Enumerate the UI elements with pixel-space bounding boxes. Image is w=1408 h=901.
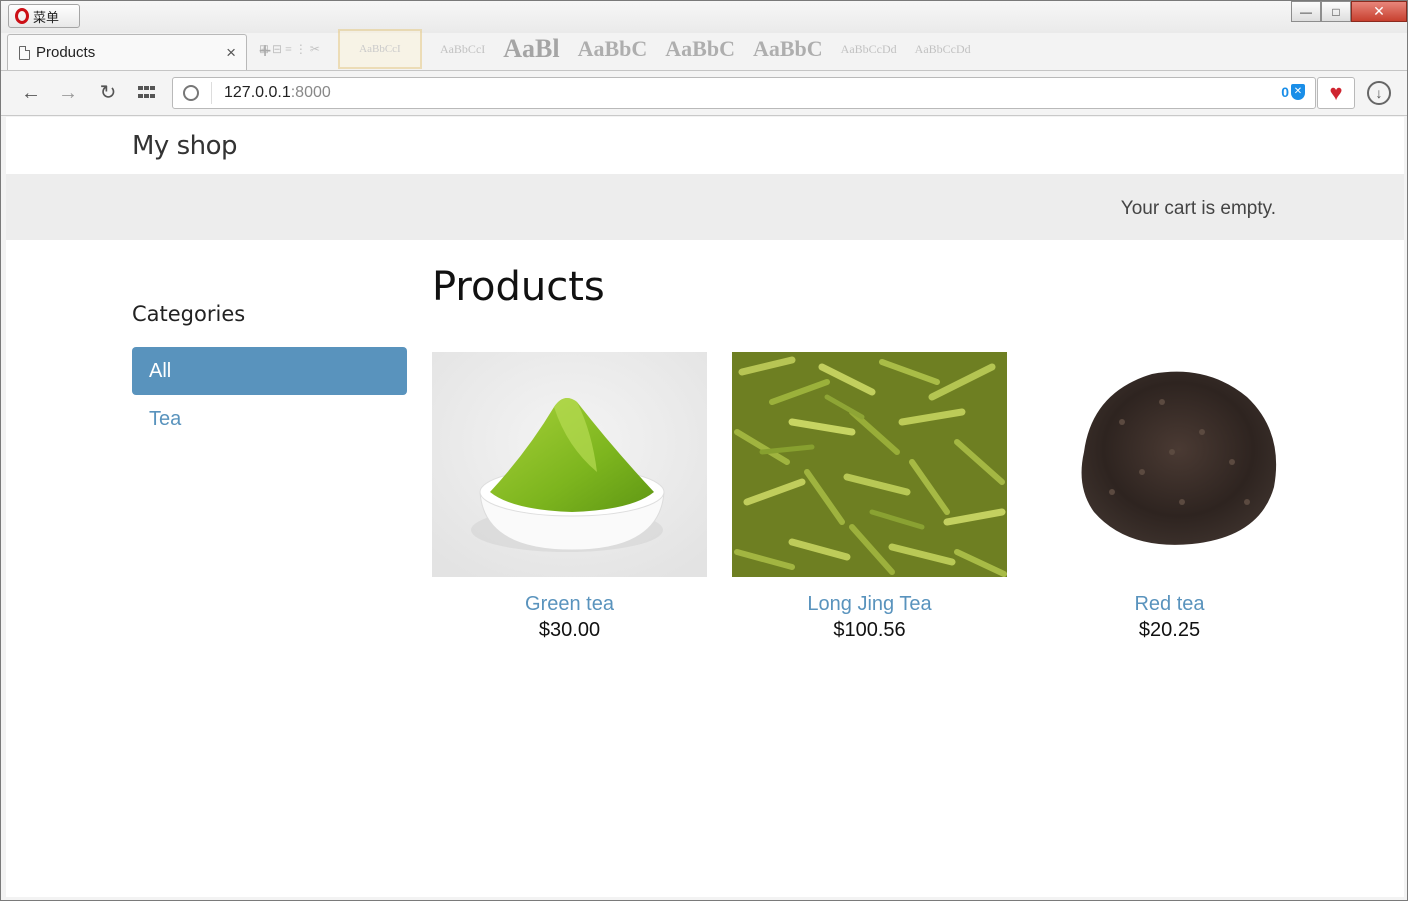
ribbon-style: AaBbC <box>752 36 823 61</box>
products-section: Products Green tea $30.00 Long Jing Tea … <box>432 264 1332 641</box>
matcha-bowl-illustration <box>432 352 707 577</box>
speed-dial-icon[interactable] <box>138 86 156 100</box>
ribbon-style: AaBbC <box>665 36 735 61</box>
site-header: My shop <box>6 117 1404 174</box>
background-word-ribbon: ⊞ ⊟ ≡ ⋮ ✂ AaBbCcI AaBbCcI AaBl AaBbC AaB… <box>251 29 1391 69</box>
categories-heading: Categories <box>132 302 246 326</box>
browser-window: 菜单 — □ ✕ ⊞ ⊟ ≡ ⋮ ✂ AaBbCcI AaBbCcI AaBl … <box>0 0 1408 901</box>
product-price: $100.56 <box>833 619 906 641</box>
product-name-link[interactable]: Green tea <box>432 593 707 616</box>
ribbon-style: AaBbCcI <box>439 41 486 56</box>
url-text[interactable]: 127.0.0.1:8000 <box>224 84 331 102</box>
ribbon-style: AaBbCcDd <box>840 41 897 56</box>
product-name-link[interactable]: Red tea <box>1032 593 1307 616</box>
close-window-button[interactable]: ✕ <box>1351 1 1407 22</box>
category-item-tea[interactable]: Tea <box>132 395 407 443</box>
opera-logo-icon <box>15 8 29 24</box>
product-image-red-tea[interactable] <box>1032 352 1307 577</box>
page-icon <box>19 45 30 60</box>
ribbon-style: AaBbCcDd <box>914 41 971 56</box>
product-price: $20.25 <box>1138 619 1201 641</box>
product-card: Green tea $30.00 <box>432 352 707 642</box>
ribbon-style: AaBbC <box>577 36 648 61</box>
globe-icon[interactable] <box>183 85 199 101</box>
adblock-count: 0 <box>1281 84 1289 100</box>
black-tea-illustration <box>1032 352 1307 577</box>
heart-icon[interactable]: ♥ <box>1317 77 1355 109</box>
site-logo[interactable]: My shop <box>132 131 238 161</box>
back-arrow-icon[interactable]: ← <box>19 81 43 105</box>
navigation-bar: ← → ↻ 127.0.0.1:8000 0 ✕ ♥ ↓ <box>1 70 1407 116</box>
cart-bar: Your cart is empty. <box>6 174 1404 240</box>
product-card: Long Jing Tea $100.56 <box>732 352 1007 642</box>
tab-title: Products <box>36 44 96 61</box>
category-list: All Tea <box>132 347 407 443</box>
opera-menu-button[interactable]: 菜单 <box>8 4 80 28</box>
cart-status: Your cart is empty. <box>1120 198 1276 219</box>
product-price: $30.00 <box>538 619 601 641</box>
reload-icon[interactable]: ↻ <box>96 81 120 105</box>
category-sidebar: Categories All Tea <box>132 297 407 443</box>
menu-label: 菜单 <box>33 9 60 25</box>
product-grid: Green tea $30.00 Long Jing Tea $100.56 R… <box>432 352 1307 642</box>
tea-leaves-illustration <box>732 352 1007 577</box>
product-image-long-jing-tea[interactable] <box>732 352 1007 577</box>
page-title: Products <box>432 264 605 310</box>
product-card: Red tea $20.25 <box>1032 352 1307 642</box>
page-viewport: My shop Your cart is empty. Categories A… <box>6 117 1404 897</box>
minimize-button[interactable]: — <box>1291 1 1321 22</box>
adblock-indicator[interactable]: 0 ✕ <box>1281 84 1305 100</box>
address-divider <box>211 82 212 104</box>
ribbon-style: AaBl <box>503 34 560 63</box>
browser-tab[interactable]: Products × <box>7 34 247 70</box>
product-name-link[interactable]: Long Jing Tea <box>732 593 1007 616</box>
shield-icon: ✕ <box>1291 84 1305 100</box>
window-controls: — □ ✕ <box>1291 1 1407 22</box>
address-bar[interactable]: 127.0.0.1:8000 0 ✕ <box>172 77 1316 109</box>
category-item-all[interactable]: All <box>132 347 407 395</box>
url-port: :8000 <box>290 84 331 101</box>
maximize-button[interactable]: □ <box>1321 1 1351 22</box>
url-host: 127.0.0.1 <box>224 84 291 101</box>
ribbon-style-normal: AaBbCcI <box>337 29 422 69</box>
download-icon[interactable]: ↓ <box>1367 81 1391 105</box>
tab-close-icon[interactable]: × <box>226 43 236 63</box>
forward-arrow-icon[interactable]: → <box>56 81 80 105</box>
new-tab-button[interactable]: + <box>255 40 275 62</box>
product-image-green-tea[interactable] <box>432 352 707 577</box>
